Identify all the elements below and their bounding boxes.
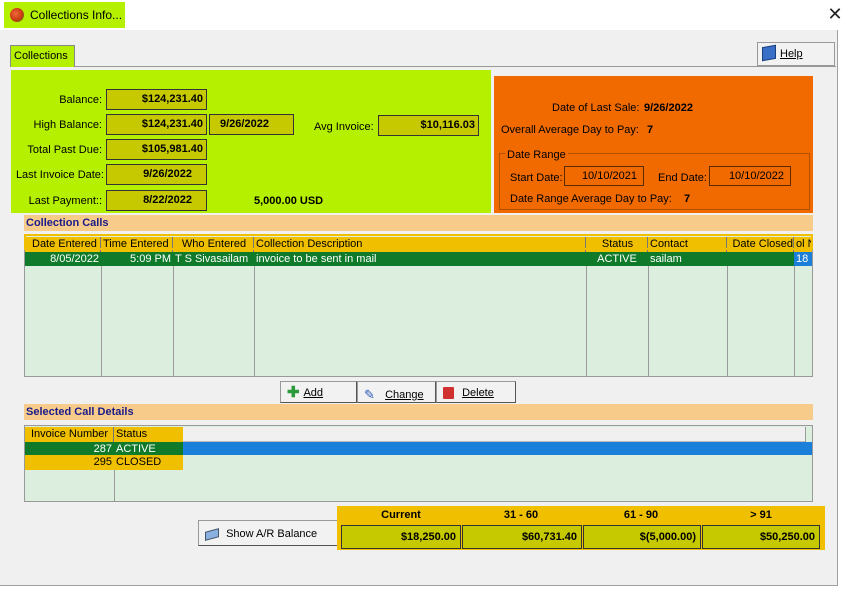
add-label: Add [303, 387, 324, 399]
table-row[interactable]: 287 ACTIVE [25, 442, 812, 455]
col-invoice-number[interactable]: Invoice Number [29, 427, 114, 442]
selected-call-details-header: Selected Call Details [24, 404, 813, 420]
delete-button[interactable]: Delete [436, 381, 516, 403]
cell-date-entered: 8/05/2022 [50, 253, 99, 265]
cell-detail-status: ACTIVE [114, 442, 183, 455]
col-ol-n[interactable]: ol N [794, 237, 812, 252]
plus-icon: ✚ [287, 384, 300, 402]
col-collection-description[interactable]: Collection Description [254, 237, 586, 252]
avg-invoice-field: $10,116.03 [378, 115, 479, 136]
show-ar-balance-button[interactable]: Show A/R Balance [198, 520, 339, 546]
cell-who-entered: T S Sivasailam [175, 253, 249, 265]
add-button[interactable]: ✚ Add [280, 381, 357, 403]
aging-31-60-header: 31 - 60 [503, 509, 539, 521]
end-date-input[interactable]: 10/10/2022 [709, 166, 791, 186]
ar-balance-icon [205, 527, 219, 541]
col-date-closed[interactable]: Date Closed [727, 237, 794, 252]
grid-divider [254, 266, 255, 376]
start-date-label: Start Date: [510, 172, 563, 184]
cell-invoice-number: 287 [25, 442, 114, 455]
overall-avg-label: Overall Average Day to Pay: [501, 124, 639, 136]
selected-row-fill [183, 442, 812, 455]
aging-over-91-value: $50,250.00 [702, 525, 820, 549]
pencil-icon: ✎ [364, 387, 375, 402]
balance-label: Balance: [59, 94, 102, 106]
aging-61-90-header: 61 - 90 [623, 509, 659, 521]
last-payment-label: Last Payment:: [28, 195, 102, 207]
col-who-entered[interactable]: Who Entered [173, 237, 254, 252]
range-avg-value: 7 [684, 193, 691, 205]
date-range-title: Date Range [505, 149, 568, 161]
table-row[interactable]: 295 CLOSED [25, 455, 183, 468]
col-date-entered[interactable]: Date Entered [30, 237, 101, 252]
last-sale-value: 9/26/2022 [644, 102, 693, 114]
grid-divider [794, 266, 795, 376]
trash-icon [443, 387, 454, 400]
cell-invoice-number: 295 [93, 456, 112, 468]
cell-time-entered: 5:09 PM [130, 253, 171, 265]
avg-invoice-label: Avg Invoice: [314, 121, 374, 133]
cell-collection-description: invoice to be sent in mail [256, 253, 377, 265]
high-balance-field: $124,231.40 [106, 114, 207, 135]
last-invoice-date-label: Last Invoice Date: [15, 169, 104, 181]
window-title: Collections Info... [30, 8, 123, 22]
cell-contact: sailam [650, 253, 682, 265]
grid-divider [173, 266, 174, 376]
total-past-due-field: $105,981.40 [106, 139, 207, 160]
aging-31-60-value: $60,731.40 [462, 525, 582, 549]
aging-over-91-header: > 91 [750, 509, 772, 521]
col-status[interactable]: Status [586, 237, 648, 252]
close-icon[interactable]: ✕ [826, 4, 844, 24]
col-contact[interactable]: Contact [648, 237, 727, 252]
aging-61-90-value: $(5,000.00) [583, 525, 701, 549]
end-date-label: End Date: [658, 172, 707, 184]
cell-ol-n: 18 [794, 252, 812, 266]
show-ar-label: Show A/R Balance [226, 528, 318, 540]
aging-current-value: $18,250.00 [341, 525, 461, 549]
high-balance-label: High Balance: [33, 119, 103, 131]
last-payment-date-field: 8/22/2022 [106, 190, 207, 211]
change-label: Change [385, 388, 424, 401]
table-row[interactable]: 8/05/2022 5:09 PM T S Sivasailam invoice… [25, 252, 812, 266]
app-icon [10, 8, 24, 22]
grid-divider [727, 266, 728, 376]
high-balance-date-field: 9/26/2022 [209, 114, 294, 135]
grid-divider [586, 266, 587, 376]
last-invoice-date-field: 9/26/2022 [106, 164, 207, 185]
aging-panel: Current 31 - 60 61 - 90 > 91 $18,250.00 … [337, 506, 825, 550]
delete-label: Delete [462, 387, 494, 399]
title-bar [0, 0, 850, 30]
call-details-grid: Invoice Number Status 287 ACTIVE 295 CLO… [24, 425, 813, 502]
col-detail-status[interactable]: Status [114, 427, 183, 442]
tab-collections[interactable]: Collections [10, 45, 75, 67]
collection-calls-grid: Date Entered Time Entered Who Entered Co… [24, 235, 813, 377]
last-payment-amount: 5,000.00 USD [254, 195, 324, 207]
balance-field: $124,231.40 [106, 89, 207, 110]
total-past-due-label: Total Past Due: [27, 144, 102, 156]
aging-current-header: Current [381, 509, 421, 521]
help-label: Help [780, 48, 803, 60]
cell-date-closed [727, 252, 794, 266]
col-time-entered[interactable]: Time Entered [101, 237, 173, 252]
details-header-filler [183, 427, 805, 442]
calls-header-row: Date Entered Time Entered Who Entered Co… [25, 237, 812, 252]
collection-calls-header: Collection Calls [24, 215, 813, 231]
tab-divider [10, 66, 836, 67]
grid-divider [101, 266, 102, 376]
cell-detail-status: CLOSED [116, 456, 162, 468]
overall-avg-value: 7 [647, 124, 654, 136]
grid-divider [648, 266, 649, 376]
start-date-input[interactable]: 10/10/2021 [564, 166, 644, 186]
cell-status: ACTIVE [597, 253, 637, 265]
help-book-icon [762, 44, 776, 62]
summary-panel [11, 70, 491, 213]
range-avg-label: Date Range Average Day to Pay: [510, 193, 672, 205]
grid-divider [805, 427, 806, 442]
change-button[interactable]: ✎ Change [357, 381, 436, 403]
last-sale-label: Date of Last Sale: [552, 102, 640, 114]
grid-divider [114, 470, 115, 501]
